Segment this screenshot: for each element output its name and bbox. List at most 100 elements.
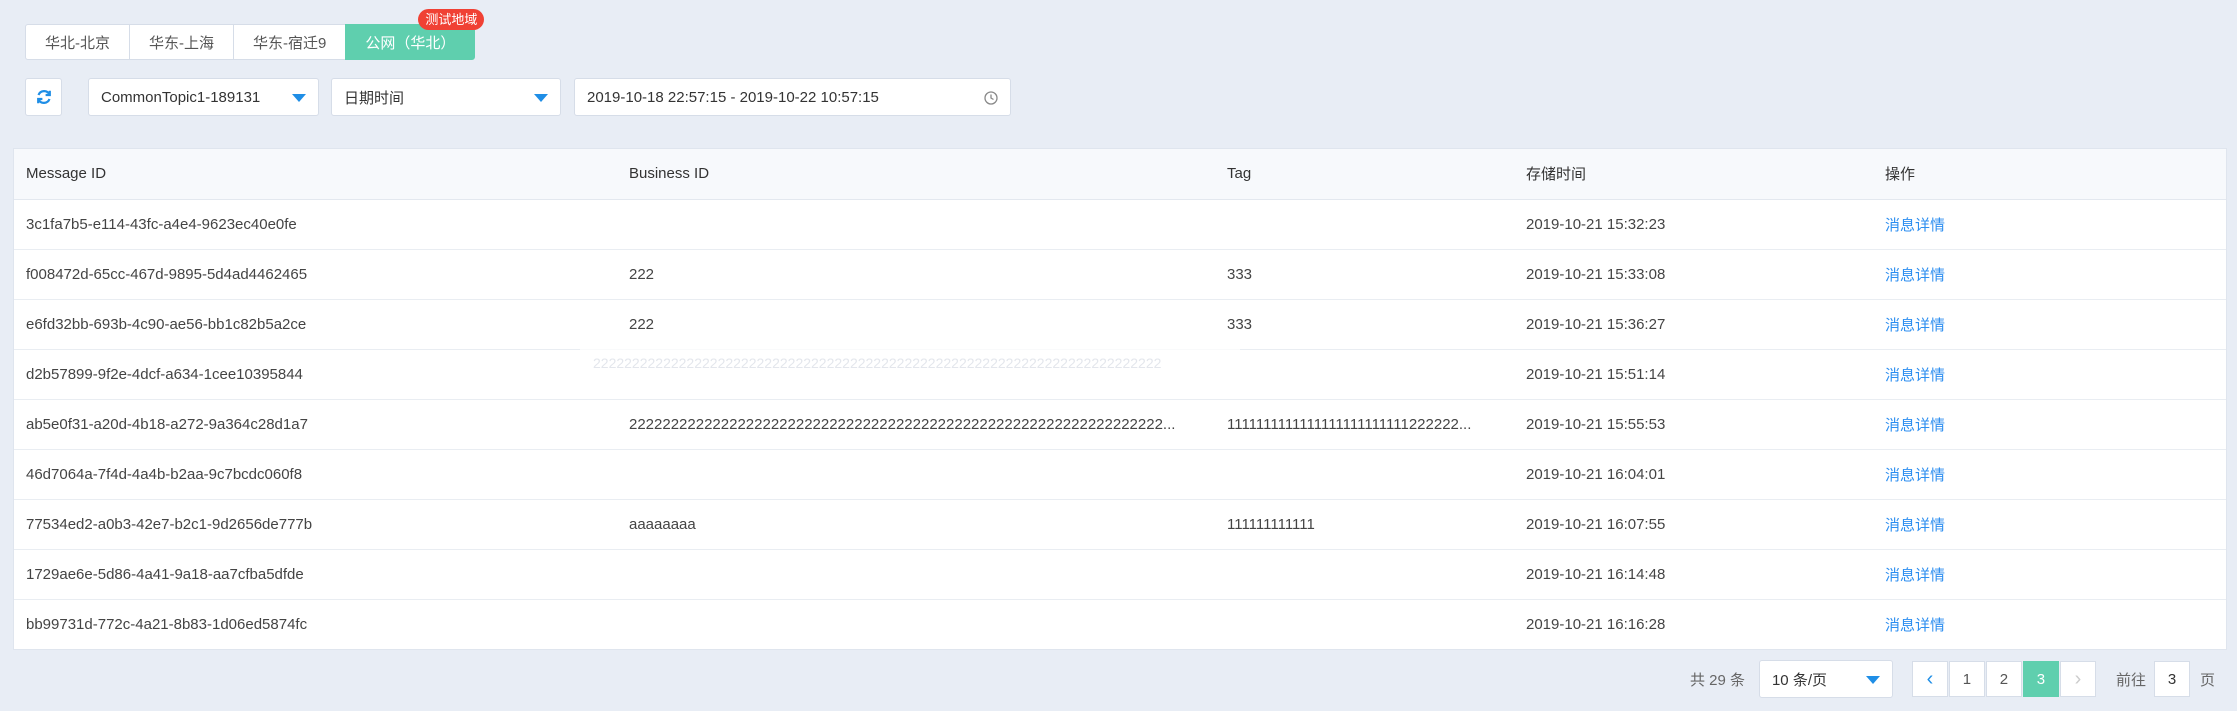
goto-suffix: 页	[2199, 671, 2215, 689]
business-id-cell	[617, 599, 1215, 649]
column-header-action: 操作	[1873, 149, 2226, 200]
message-detail-link[interactable]: 消息详情	[1885, 417, 1945, 434]
message-table: Message ID Business ID Tag 存储时间 操作 3c1fa…	[13, 148, 2227, 650]
chevron-down-icon	[534, 94, 548, 102]
tab-huadong-suqian9[interactable]: 华东-宿迁9	[233, 24, 347, 60]
store-time-cell: 2019-10-21 15:55:53	[1514, 399, 1873, 450]
topic-select[interactable]: CommonTopic1-189131	[88, 78, 319, 116]
tag-cell	[1215, 199, 1514, 250]
message-id-cell: bb99731d-772c-4a21-8b83-1d06ed5874fc	[26, 615, 308, 633]
message-detail-link[interactable]: 消息详情	[1885, 367, 1945, 384]
business-id-cell	[617, 349, 1215, 400]
column-header-store-time: 存储时间	[1514, 149, 1873, 200]
action-cell: 消息详情	[1873, 349, 2226, 400]
action-cell: 消息详情	[1873, 249, 2226, 300]
tab-huabei-beijing[interactable]: 华北-北京	[25, 24, 130, 60]
message-detail-link[interactable]: 消息详情	[1885, 567, 1945, 584]
message-id-cell: 3c1fa7b5-e114-43fc-a4e4-9623ec40e0fe	[14, 199, 617, 250]
tab-label: 华北-北京	[45, 34, 110, 52]
store-time-cell: 2019-10-21 15:51:14	[1514, 349, 1873, 400]
test-region-badge: 测试地域	[418, 9, 485, 30]
table-row: 77534ed2-a0b3-42e7-b2c1-9d2656de777b aaaa…	[14, 499, 2226, 550]
business-id-cell: 222	[617, 249, 1215, 300]
table-row: f008472d-65cc-467d-9895-5d4ad4462465 222 3…	[14, 249, 2226, 300]
refresh-icon	[36, 90, 51, 104]
table-row: d2b57899-9f2e-4dcf-a634-1cee10395844 2019…	[14, 349, 2226, 400]
action-cell: 消息详情	[1873, 549, 2226, 600]
action-cell: 消息详情	[1873, 449, 2226, 500]
refresh-button[interactable]	[25, 78, 62, 116]
message-detail-link[interactable]: 消息详情	[1885, 217, 1945, 234]
chevron-right-icon: ›	[2074, 667, 2082, 690]
column-header-business-id: Business ID	[617, 149, 1215, 200]
business-id-cell	[617, 549, 1215, 600]
page-size-value: 10 条/页	[1771, 671, 1827, 689]
message-id-cell: e6fd32bb-693b-4c90-ae56-bb1c82b5a2ce	[14, 299, 617, 350]
action-cell: 消息详情	[1873, 499, 2226, 550]
tag-cell: 111111111111	[1215, 499, 1514, 550]
tag-cell	[1215, 349, 1514, 400]
date-range-picker[interactable]: 2019-10-18 22:57:15 - 2019-10-22 10:57:1…	[574, 78, 1011, 116]
date-type-select[interactable]: 日期时间	[331, 78, 561, 116]
column-header-message-id: Message ID	[14, 149, 617, 200]
tag-cell	[1215, 449, 1514, 500]
page-3-button[interactable]: 3	[2022, 661, 2059, 697]
business-id-cell: 222	[617, 299, 1215, 350]
tag-cell: 333	[1215, 299, 1514, 350]
goto-page-input[interactable]: 3	[2153, 661, 2190, 697]
action-cell: 消息详情	[1873, 399, 2226, 450]
clock-icon	[984, 91, 998, 105]
business-id-cell	[617, 199, 1215, 250]
message-detail-link[interactable]: 消息详情	[1885, 617, 1945, 634]
tag-cell	[1215, 549, 1514, 600]
page-size-select[interactable]: 10 条/页	[1758, 660, 1893, 698]
action-cell: 消息详情	[1873, 199, 2226, 250]
business-id-cell: aaaaaaaa	[617, 499, 1215, 550]
business-id-cell: 2222222222222222222222222222222222222222…	[617, 399, 1215, 450]
table-row: bb99731d-772c-4a21-8b83-1d06ed5874fc 2019…	[14, 599, 2226, 649]
chevron-down-icon	[1865, 676, 1880, 684]
tab-huadong-shanghai[interactable]: 华东-上海	[129, 24, 234, 60]
message-detail-link[interactable]: 消息详情	[1885, 467, 1945, 484]
message-id-cell: 77534ed2-a0b3-42e7-b2c1-9d2656de777b	[14, 499, 617, 550]
message-id-cell: ab5e0f31-a20d-4b18-a272-9a364c28d1a7	[14, 399, 617, 450]
table-row: 1729ae6e-5d86-4a41-9a18-aa7cfba5dfde 2019…	[14, 549, 2226, 600]
total-count: 共 29 条	[1689, 671, 1745, 689]
tab-public-huabei[interactable]: 公网（华北） 测试地域	[345, 9, 485, 60]
region-tabs: 华北-北京 华东-上海 华东-宿迁9 公网（华北） 测试地域	[25, 9, 485, 60]
toolbar-panel: 华北-北京 华东-上海 华东-宿迁9 公网（华北） 测试地域 CommonTop…	[13, 9, 2227, 148]
message-detail-link[interactable]: 消息详情	[1885, 517, 1945, 534]
prev-page-button[interactable]: ‹	[1911, 661, 1948, 697]
tag-cell	[1215, 599, 1514, 649]
tab-label: 华东-宿迁9	[253, 34, 327, 52]
message-id-cell: d2b57899-9f2e-4dcf-a634-1cee10395844	[14, 349, 617, 400]
store-time-cell: 2019-10-21 15:32:23	[1514, 199, 1873, 250]
topic-value: CommonTopic1-189131	[101, 88, 261, 106]
action-cell: 消息详情	[1873, 299, 2226, 350]
action-cell: 消息详情	[1873, 599, 2226, 649]
column-header-tag: Tag	[1215, 149, 1514, 200]
tag-cell: 333	[1215, 249, 1514, 300]
goto-label: 前往	[2115, 671, 2146, 689]
store-time-cell: 2019-10-21 16:16:28	[1526, 615, 1666, 633]
date-type-value: 日期时间	[344, 89, 405, 107]
business-id-cell	[617, 449, 1215, 500]
page-1-button[interactable]: 1	[1948, 661, 1985, 697]
message-id-cell: 1729ae6e-5d86-4a41-9a18-aa7cfba5dfde	[14, 549, 617, 600]
pagination: 共 29 条 10 条/页 ‹ 1 2 3 › 前往 3 页	[1690, 660, 2215, 698]
message-id-cell: f008472d-65cc-467d-9895-5d4ad4462465	[14, 249, 617, 300]
store-time-cell: 2019-10-21 16:07:55	[1514, 499, 1873, 550]
tab-label: 华东-上海	[149, 34, 214, 52]
message-detail-link[interactable]: 消息详情	[1885, 267, 1945, 284]
chevron-down-icon	[292, 94, 306, 102]
next-page-button[interactable]: ›	[2059, 661, 2096, 697]
chevron-left-icon: ‹	[1926, 667, 1934, 690]
table-row: e6fd32bb-693b-4c90-ae56-bb1c82b5a2ce 222 3…	[14, 299, 2226, 350]
message-id-cell: 46d7064a-7f4d-4a4b-b2aa-9c7bcdc060f8	[14, 449, 617, 500]
message-detail-link[interactable]: 消息详情	[1885, 317, 1945, 334]
store-time-cell: 2019-10-21 15:33:08	[1514, 249, 1873, 300]
page-2-button[interactable]: 2	[1985, 661, 2022, 697]
table-row: ab5e0f31-a20d-4b18-a272-9a364c28d1a7 2222…	[14, 399, 2226, 450]
table-header-row: Message ID Business ID Tag 存储时间 操作	[14, 149, 2226, 200]
tag-cell: 1111111111111111111111111222222...	[1215, 399, 1514, 450]
